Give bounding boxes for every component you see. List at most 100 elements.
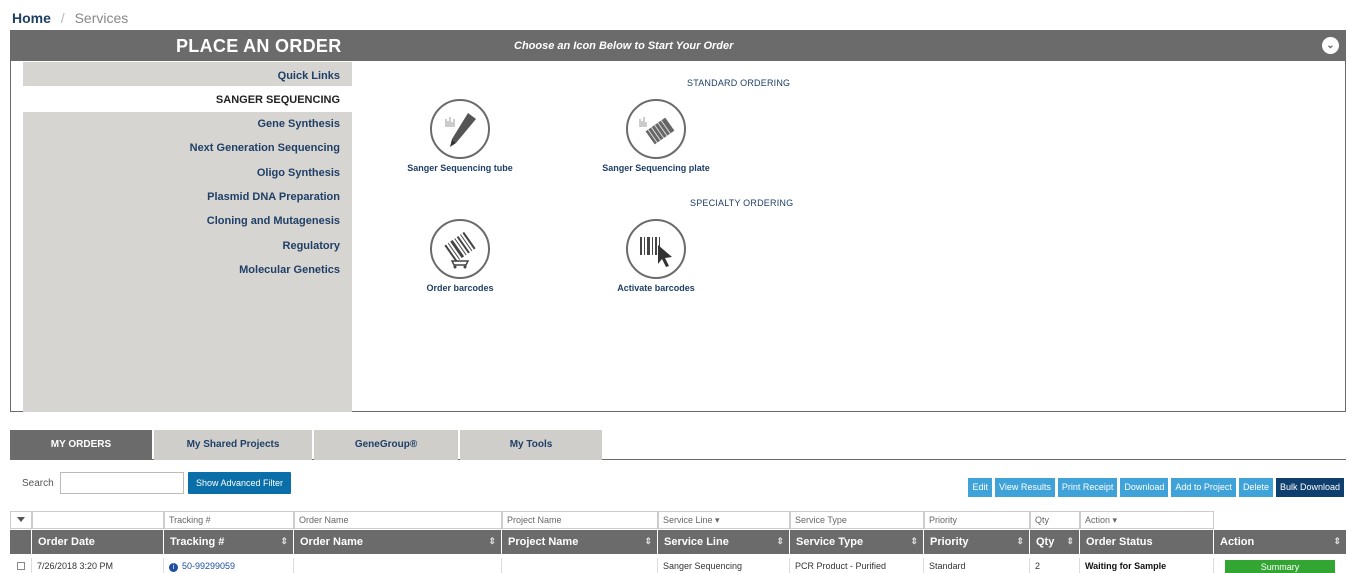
search-label: Search <box>22 478 54 489</box>
header-qty[interactable]: Qty ⇕ <box>1030 530 1080 554</box>
cell-qty: 2 <box>1030 558 1080 573</box>
bulk-download-button[interactable]: Bulk Download <box>1275 478 1344 497</box>
sort-icon[interactable]: ⇕ <box>488 536 496 547</box>
show-advanced-filter-button[interactable]: Show Advanced Filter <box>188 472 292 494</box>
view-results-button[interactable]: View Results <box>994 478 1055 497</box>
sidebar-item-gene-synthesis[interactable]: Gene Synthesis <box>257 118 340 130</box>
sequencing-plate-icon <box>626 99 686 159</box>
header-label: Order Name <box>300 536 363 548</box>
breadcrumb: Home / Services <box>12 10 128 26</box>
tile-order-barcodes[interactable]: Order barcodes <box>380 219 540 293</box>
tab-my-shared-projects[interactable]: My Shared Projects <box>154 430 312 460</box>
tile-label: Sanger Sequencing tube <box>407 163 513 173</box>
cell-tracking[interactable]: i 50-99299059 <box>164 558 294 573</box>
filter-order-name[interactable]: Order Name <box>294 511 502 529</box>
summary-button[interactable]: Summary <box>1225 560 1335 573</box>
orders-tab-bar: MY ORDERS My Shared Projects GeneGroup® … <box>10 430 1346 460</box>
header-project-name[interactable]: Project Name ⇕ <box>502 530 658 554</box>
filter-order-date[interactable] <box>32 511 164 529</box>
header-service-type[interactable]: Service Type ⇕ <box>790 530 924 554</box>
header-action[interactable]: Action ⇕ <box>1214 530 1346 554</box>
sidebar-item-molecular-genetics[interactable]: Molecular Genetics <box>239 264 340 276</box>
sort-icon[interactable]: ⇕ <box>910 536 918 547</box>
add-to-project-button[interactable]: Add to Project <box>1171 478 1236 497</box>
order-action-bar: Edit View Results Print Receipt Download… <box>968 478 1344 497</box>
sidebar-item-cloning-and-mutagenesis[interactable]: Cloning and Mutagenesis <box>207 215 340 227</box>
order-panel-title: PLACE AN ORDER <box>176 36 342 56</box>
tracking-link[interactable]: 50-99299059 <box>182 561 235 571</box>
sidebar-item-next-generation-sequencing[interactable]: Next Generation Sequencing <box>190 142 340 154</box>
chevron-down-icon[interactable]: ⌄ <box>1322 37 1339 54</box>
filter-row: Tracking # Order Name Project Name Servi… <box>10 511 1346 529</box>
row-checkbox[interactable] <box>10 558 32 573</box>
tile-label: Order barcodes <box>426 283 494 293</box>
order-panel-header: PLACE AN ORDER Choose an Icon Below to S… <box>11 31 1345 61</box>
order-panel-subtitle: Choose an Icon Below to Start Your Order <box>514 40 734 52</box>
tab-my-tools[interactable]: My Tools <box>460 430 602 460</box>
sort-icon[interactable]: ⇕ <box>280 536 288 547</box>
header-priority[interactable]: Priority ⇕ <box>924 530 1030 554</box>
table-row[interactable]: 7/26/2018 3:20 PM i 50-99299059 Sanger Se… <box>10 558 1346 573</box>
checkbox-icon <box>16 562 25 570</box>
filter-tracking[interactable]: Tracking # <box>164 511 294 529</box>
filter-qty[interactable]: Qty <box>1030 511 1080 529</box>
header-label: Service Line <box>664 536 729 548</box>
filter-service-type[interactable]: Service Type <box>790 511 924 529</box>
sort-icon[interactable]: ⇕ <box>1066 536 1074 547</box>
info-icon[interactable]: i <box>169 563 178 572</box>
print-receipt-button[interactable]: Print Receipt <box>1057 478 1118 497</box>
breadcrumb-home-link[interactable]: Home <box>12 10 51 26</box>
filter-project-name[interactable]: Project Name <box>502 511 658 529</box>
header-service-line[interactable]: Service Line ⇕ <box>658 530 790 554</box>
tile-sanger-sequencing-tube[interactable]: Sanger Sequencing tube <box>380 99 540 173</box>
sidebar-item-sanger-sequencing[interactable]: SANGER SEQUENCING <box>216 94 340 106</box>
cell-order-date: 7/26/2018 3:20 PM <box>32 558 164 573</box>
service-sidebar: Quick Links SANGER SEQUENCING Gene Synth… <box>23 62 352 412</box>
sort-icon[interactable]: ⇕ <box>644 536 652 547</box>
header-label: Action <box>1220 536 1255 548</box>
header-order-date[interactable]: Order Date <box>32 530 164 554</box>
sort-icon[interactable]: ⇕ <box>776 536 784 547</box>
tab-genegroup[interactable]: GeneGroup® <box>314 430 458 460</box>
cell-service-line: Sanger Sequencing <box>658 558 790 573</box>
sort-icon[interactable]: ⇕ <box>1333 536 1341 547</box>
tile-activate-barcodes[interactable]: Activate barcodes <box>576 219 736 293</box>
barcode-cart-icon <box>430 219 490 279</box>
filter-funnel-icon <box>17 517 25 522</box>
cell-service-type: PCR Product - Purified <box>790 558 924 573</box>
header-order-name[interactable]: Order Name ⇕ <box>294 530 502 554</box>
header-label: Qty <box>1036 536 1055 548</box>
filter-action[interactable]: Action ▾ <box>1080 511 1214 529</box>
tile-label: Sanger Sequencing plate <box>602 163 710 173</box>
place-order-panel: PLACE AN ORDER Choose an Icon Below to S… <box>10 30 1346 412</box>
breadcrumb-separator: / <box>60 10 65 26</box>
sequencing-tube-icon <box>430 99 490 159</box>
sort-icon[interactable]: ⇕ <box>1016 536 1024 547</box>
delete-button[interactable]: Delete <box>1238 478 1273 497</box>
sidebar-item-regulatory[interactable]: Regulatory <box>283 240 340 252</box>
tab-my-orders[interactable]: MY ORDERS <box>10 430 152 460</box>
cell-project-name <box>502 558 658 573</box>
header-select <box>10 530 32 554</box>
header-tracking[interactable]: Tracking # ⇕ <box>164 530 294 554</box>
filter-service-line[interactable]: Service Line ▾ <box>658 511 790 529</box>
sidebar-item-quick-links[interactable]: Quick Links <box>278 70 340 82</box>
standard-ordering-heading: STANDARD ORDERING <box>687 78 791 88</box>
cell-priority: Standard <box>924 558 1030 573</box>
download-button[interactable]: Download <box>1120 478 1169 497</box>
breadcrumb-current: Services <box>74 10 129 26</box>
header-label: Tracking # <box>170 536 225 548</box>
header-order-status[interactable]: Order Status <box>1080 530 1214 554</box>
search-input[interactable] <box>60 472 184 494</box>
cell-order-status: Waiting for Sample <box>1080 558 1214 573</box>
tile-sanger-sequencing-plate[interactable]: Sanger Sequencing plate <box>576 99 736 173</box>
filter-priority[interactable]: Priority <box>924 511 1030 529</box>
order-content-area: STANDARD ORDERING SPECIALTY ORDERING San… <box>352 62 1345 412</box>
cell-order-name <box>294 558 502 573</box>
edit-button[interactable]: Edit <box>968 478 992 497</box>
header-label: Priority <box>930 536 969 548</box>
filter-toggle[interactable] <box>10 511 32 529</box>
cell-action: Summary <box>1214 558 1346 573</box>
sidebar-item-plasmid-dna-preparation[interactable]: Plasmid DNA Preparation <box>207 191 340 203</box>
sidebar-item-oligo-synthesis[interactable]: Oligo Synthesis <box>257 167 340 179</box>
